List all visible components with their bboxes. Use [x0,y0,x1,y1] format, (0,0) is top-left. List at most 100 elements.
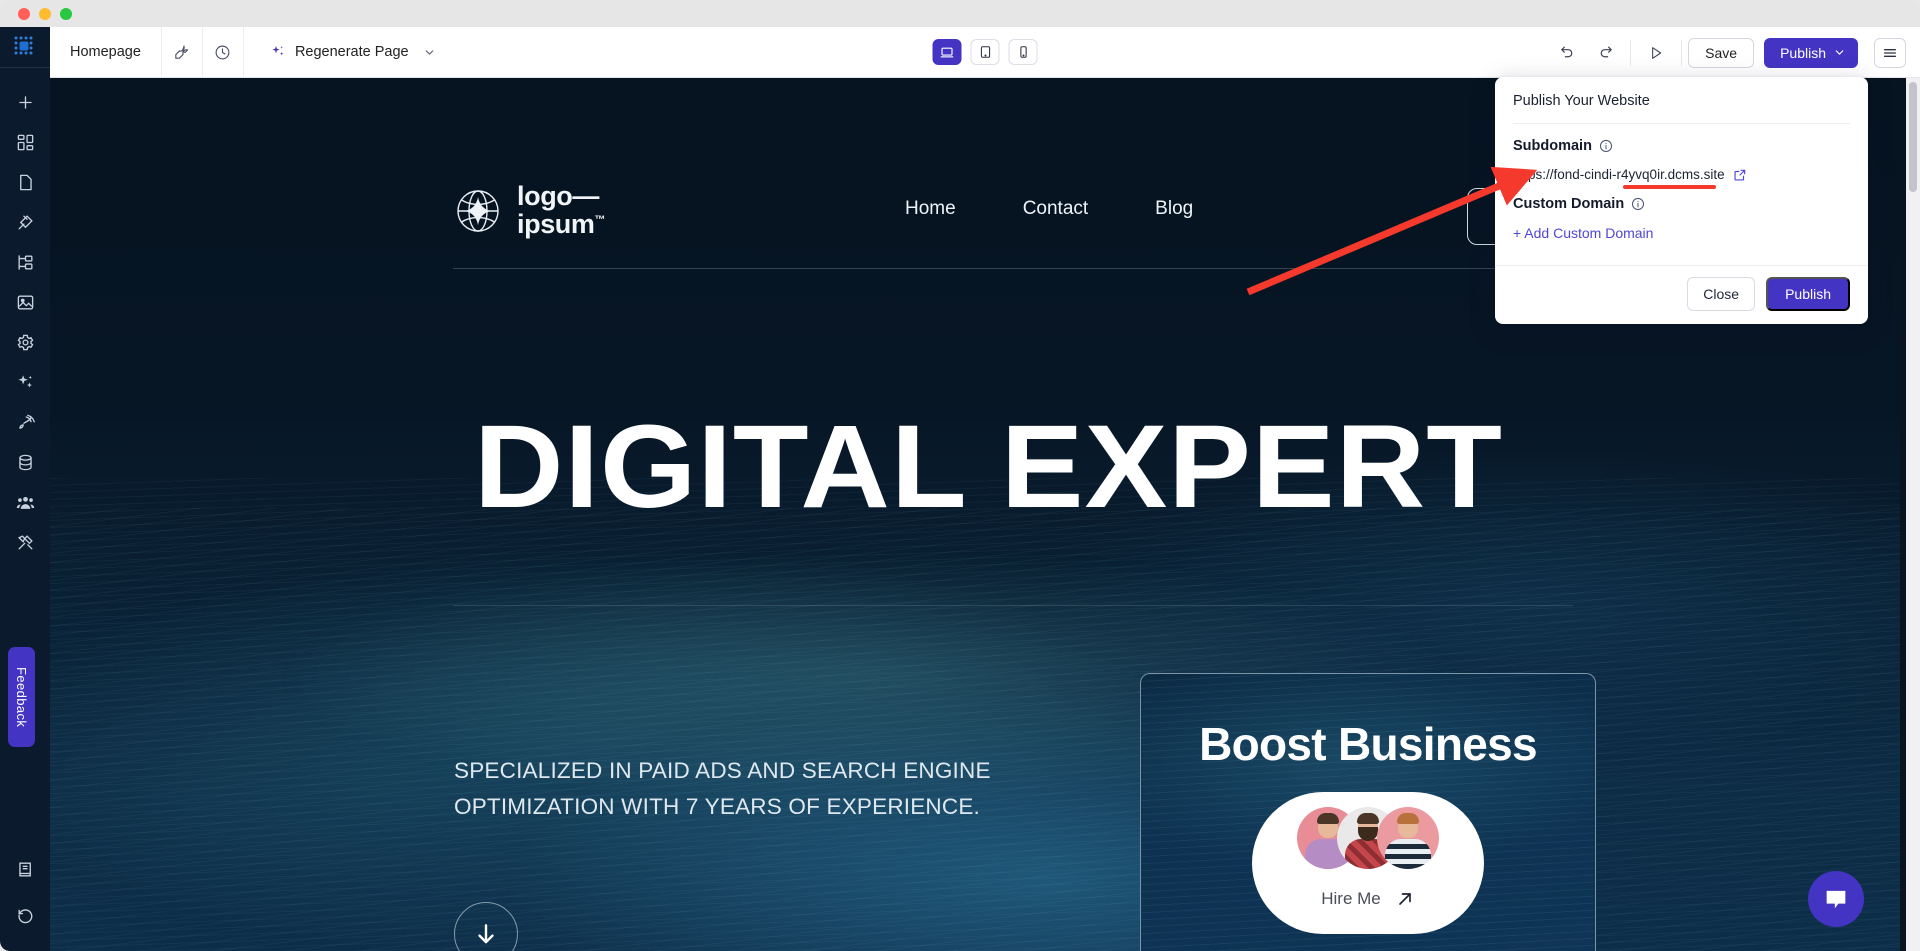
boost-card-title: Boost Business [1199,718,1538,770]
window-titlebar [0,0,1920,27]
page-icon [19,174,32,190]
desktop-icon [940,47,954,57]
add-custom-domain-link[interactable]: + Add Custom Domain [1513,225,1850,241]
undo-button[interactable] [1548,27,1586,78]
boost-business-card[interactable]: Boost Business Hire Me [1140,673,1596,951]
sidebar-item-sitemap[interactable] [0,242,50,282]
sidebar-items [0,68,50,562]
gear-icon [17,334,33,350]
info-icon[interactable] [1599,139,1613,153]
device-desktop-button[interactable] [932,39,962,65]
site-logo-line1: logo— [517,181,599,211]
wrench-icon [175,44,190,59]
publish-confirm-button[interactable]: Publish [1766,277,1850,311]
subdomain-label: Subdomain [1513,138,1592,154]
close-button[interactable]: Close [1687,277,1756,311]
sidebar-item-design[interactable] [0,202,50,242]
chat-bubble-icon [1826,890,1846,909]
chevron-down-icon [1835,50,1844,55]
maximize-window-button[interactable] [60,8,72,20]
sidebar-item-media[interactable] [0,282,50,322]
site-nav: Home Contact Blog [905,198,1193,220]
hero-headline: DIGITAL EXPERT [474,401,1503,533]
sidebar-item-publish[interactable] [0,402,50,442]
toolbar-right-group: Save Publish [1548,27,1920,78]
sidebar-item-docs[interactable] [0,849,50,889]
chat-widget-button[interactable] [1808,871,1864,927]
regenerate-page-button[interactable]: Regenerate Page [258,37,448,67]
play-icon [1652,46,1662,59]
left-sidebar: Feedback [0,27,50,951]
device-tablet-button[interactable] [970,39,1000,65]
custom-domain-label: Custom Domain [1513,196,1625,212]
nav-link-contact[interactable]: Contact [1023,198,1088,220]
clock-icon [215,45,230,59]
minimize-window-button[interactable] [39,8,51,20]
tools-icon [17,534,33,550]
subdomain-url-link[interactable]: https://fond-cindi-r4yvq0ir.dcms.site [1513,167,1747,189]
apps-grid-icon [17,134,33,150]
sidebar-item-history[interactable] [0,897,50,937]
sidebar-item-ai[interactable] [0,362,50,402]
restore-history-icon [17,908,32,923]
feedback-label: Feedback [14,666,29,728]
users-icon [16,496,34,509]
arrow-up-right-icon [1398,893,1411,905]
hire-me-pill[interactable]: Hire Me [1252,792,1484,934]
sidebar-item-tools[interactable] [0,522,50,562]
canvas-scrollbar-thumb[interactable] [1909,82,1917,192]
publish-dropdown-button[interactable]: Publish [1764,37,1858,68]
nav-link-blog[interactable]: Blog [1155,198,1193,220]
sidebar-item-components[interactable] [0,122,50,162]
hamburger-menu-icon [1884,48,1896,57]
globe-star-icon [457,190,499,232]
feedback-button[interactable]: Feedback [8,647,35,747]
sidebar-item-pages[interactable] [0,162,50,202]
plus-icon [18,95,32,109]
database-icon [18,454,32,470]
sidebar-item-database[interactable] [0,442,50,482]
redo-button[interactable] [1586,27,1624,78]
app-logo[interactable] [0,27,50,68]
external-link-icon[interactable] [1733,168,1747,182]
publish-panel-footer: Close Publish [1495,265,1868,324]
tablet-icon [980,46,990,58]
save-button[interactable]: Save [1688,37,1755,68]
avatar-group [1297,807,1439,869]
mobile-icon [1019,46,1027,58]
info-icon[interactable] [1631,197,1645,211]
editor-toolbar: Homepage Regenerate Page Save Publish [50,26,1920,78]
avatar [1377,807,1439,869]
sidebar-bottom-items [0,849,50,937]
sidebar-item-add[interactable] [0,82,50,122]
site-logo-line2: ipsum™ [517,208,606,239]
publish-panel-title: Publish Your Website [1513,93,1650,109]
device-mobile-button[interactable] [1008,39,1038,65]
tools-toolbar-button[interactable] [162,26,203,78]
sparkles-icon [272,46,284,56]
sidebar-item-settings[interactable] [0,322,50,362]
version-history-button[interactable] [203,26,244,78]
sparkles-icon [17,374,32,388]
subdomain-label-row: Subdomain [1513,138,1850,154]
chevron-down-icon [425,49,433,55]
sitemap-icon [17,254,33,270]
site-logo[interactable]: logo— ipsum™ [453,181,606,239]
current-page-name[interactable]: Homepage [50,26,162,78]
close-window-button[interactable] [18,8,30,20]
hero-subtitle: SPECIALIZED IN PAID ADS AND SEARCH ENGIN… [454,758,991,820]
panel-divider [1513,123,1850,124]
preview-button[interactable] [1637,27,1675,78]
header-divider [453,268,1573,269]
sidebar-item-team[interactable] [0,482,50,522]
url-highlight-underline [1623,185,1716,189]
canvas-scrollbar-track[interactable] [1906,78,1920,951]
nav-link-home[interactable]: Home [905,198,956,220]
arrow-down-icon [478,924,494,944]
undo-icon [1560,46,1572,58]
book-icon [18,861,31,877]
subdomain-url-text: https://fond-cindi-r4yvq0ir.dcms.site [1513,167,1725,182]
main-menu-button[interactable] [1874,37,1906,68]
regenerate-page-label: Regenerate Page [294,44,409,60]
device-toggle-group [932,39,1038,65]
